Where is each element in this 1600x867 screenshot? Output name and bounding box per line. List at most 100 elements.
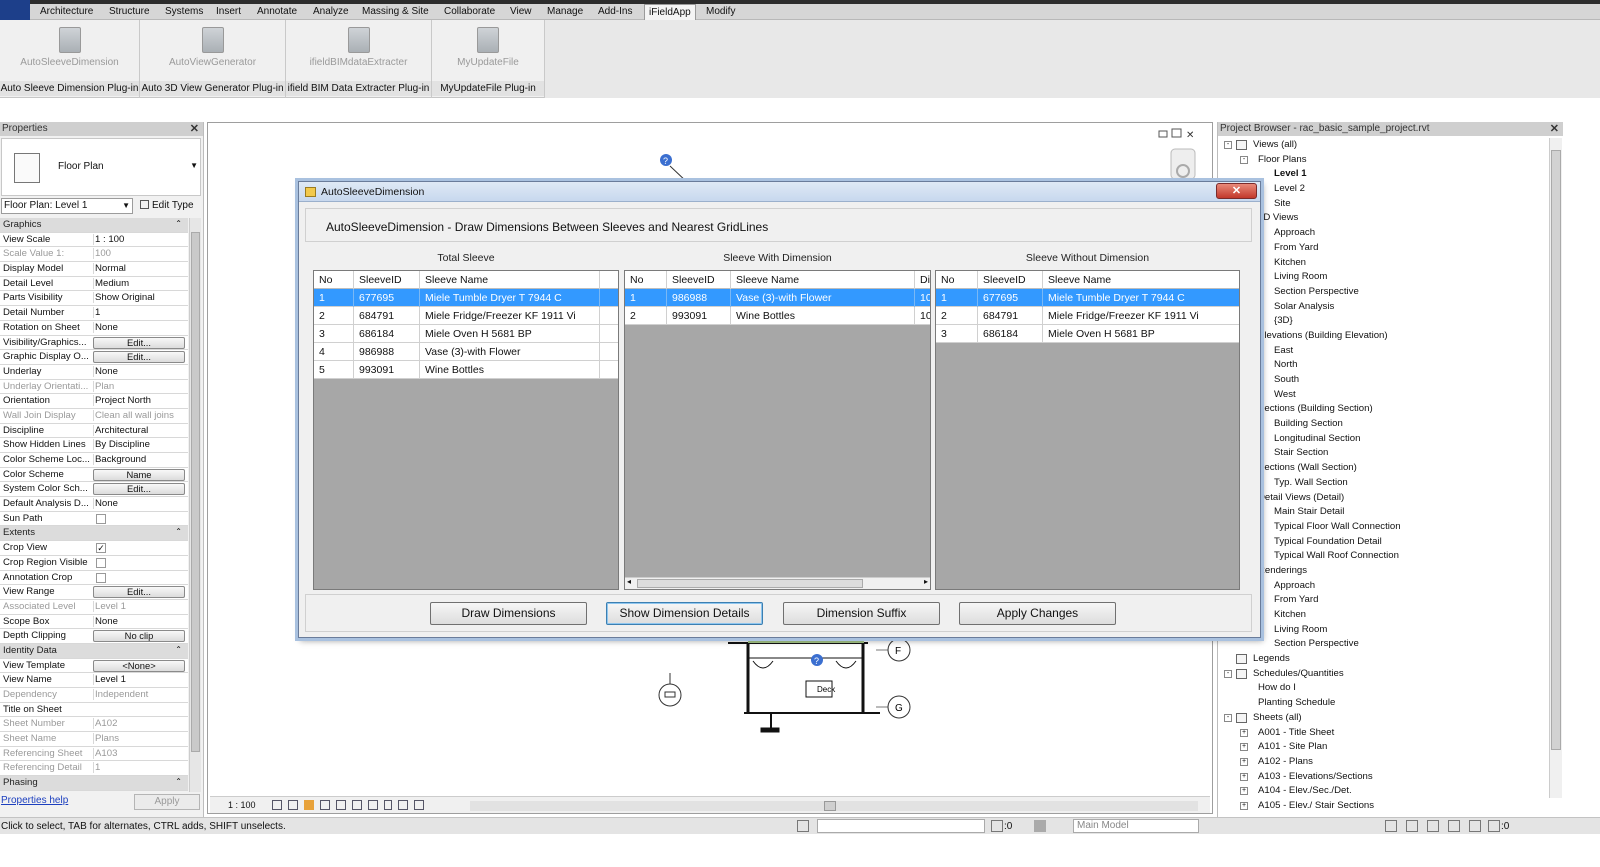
view-instance-dropdown[interactable]: Floor Plan: Level 1 ▼ xyxy=(1,198,133,214)
column-header[interactable]: No xyxy=(936,271,978,289)
tree-node[interactable]: Main Stair Detail xyxy=(1218,505,1548,520)
tree-node[interactable]: + A101 - Site Plan xyxy=(1218,740,1548,755)
grid-row[interactable]: 2 684791 Miele Fridge/Freezer KF 1911 Vi xyxy=(936,307,1239,325)
visual-style-icon[interactable] xyxy=(288,800,298,810)
plugin-button[interactable]: ifieldBIMdataExtracter xyxy=(286,24,431,80)
property-checkbox[interactable]: ✓ xyxy=(96,543,106,554)
expand-icon[interactable]: + xyxy=(1240,743,1248,752)
property-value[interactable]: Background xyxy=(93,454,186,465)
property-value[interactable]: Project North xyxy=(93,395,186,407)
grid-row[interactable]: 4 986988 Vase (3)-with Flower xyxy=(314,343,618,361)
property-value[interactable]: 1 xyxy=(93,307,186,319)
tree-node[interactable]: South xyxy=(1218,373,1548,388)
tree-node[interactable]: - Floor Plans xyxy=(1218,153,1548,168)
view-scale[interactable]: 1 : 100 xyxy=(228,800,256,810)
tree-node[interactable]: -Renderings xyxy=(1218,564,1548,579)
column-header[interactable]: Di xyxy=(915,271,930,289)
design-option-dropdown[interactable]: Main Model xyxy=(1073,819,1199,833)
tree-node[interactable]: Level 1 xyxy=(1218,167,1548,182)
column-header[interactable]: Sleeve Name xyxy=(731,271,915,289)
column-header[interactable]: Sleeve Name xyxy=(420,271,600,289)
tab-architecture[interactable]: Architecture xyxy=(40,6,93,17)
expand-icon[interactable]: + xyxy=(1240,801,1248,810)
analytical-model-icon[interactable] xyxy=(414,800,424,810)
dimension-suffix-button[interactable]: Dimension Suffix xyxy=(783,602,940,625)
tree-node[interactable]: From Yard xyxy=(1218,593,1548,608)
plugin-button[interactable]: AutoSleeveDimension xyxy=(0,24,139,80)
tree-node[interactable]: - Sheets (all) xyxy=(1218,711,1548,726)
tree-node[interactable]: Longitudinal Section xyxy=(1218,432,1548,447)
tree-node[interactable]: -Detail Views (Detail) xyxy=(1218,491,1548,506)
tree-node[interactable]: Kitchen xyxy=(1218,608,1548,623)
edit-type-button[interactable]: Edit Type xyxy=(140,200,194,211)
property-value[interactable]: None xyxy=(93,498,186,510)
tree-node[interactable]: - Views (all) xyxy=(1218,138,1548,153)
type-selector[interactable]: Floor Plan ▼ xyxy=(1,138,201,196)
property-checkbox[interactable] xyxy=(96,572,106,583)
tree-node[interactable]: -Sections (Building Section) xyxy=(1218,402,1548,417)
tab-analyze[interactable]: Analyze xyxy=(313,6,349,17)
view-cube-icon[interactable] xyxy=(1170,148,1196,180)
temporary-hide-icon[interactable] xyxy=(368,800,378,810)
property-edit-button[interactable]: Edit... xyxy=(93,586,185,599)
tree-node[interactable]: Typical Floor Wall Connection xyxy=(1218,520,1548,535)
sun-path-icon[interactable] xyxy=(304,800,314,810)
grid-row[interactable]: 3 686184 Miele Oven H 5681 BP xyxy=(936,325,1239,343)
filter-icon[interactable] xyxy=(1488,820,1500,832)
property-section-header[interactable]: Identity Data ⌃ xyxy=(0,643,188,659)
tree-node[interactable]: {3D} xyxy=(1218,314,1548,329)
property-value[interactable]: None xyxy=(93,365,186,377)
property-value[interactable]: Architectural xyxy=(93,424,186,436)
tree-node[interactable]: Section Perspective xyxy=(1218,285,1548,300)
tree-node[interactable]: -3D Views xyxy=(1218,211,1548,226)
detail-level-icon[interactable] xyxy=(272,800,282,810)
tree-node[interactable]: East xyxy=(1218,344,1548,359)
property-section-header[interactable]: Graphics ⌃ xyxy=(0,218,188,233)
tab-massing-site[interactable]: Massing & Site xyxy=(362,6,429,17)
tab-add-ins[interactable]: Add-Ins xyxy=(598,6,632,17)
tab-manage[interactable]: Manage xyxy=(547,6,583,17)
worksets-icon[interactable] xyxy=(797,820,809,832)
collapse-icon[interactable]: ⌃ xyxy=(175,219,182,228)
collapse-icon[interactable]: - xyxy=(1224,669,1232,678)
collapse-icon[interactable]: - xyxy=(1240,155,1248,164)
tree-node[interactable]: + A104 - Elev./Sec./Det. xyxy=(1218,784,1548,799)
tree-node[interactable]: How do I xyxy=(1218,681,1548,696)
expand-icon[interactable]: + xyxy=(1240,757,1248,766)
active-workset-dropdown[interactable] xyxy=(817,819,985,833)
apply-changes-button[interactable]: Apply Changes xyxy=(959,602,1116,625)
properties-close-icon[interactable]: ✕ xyxy=(190,122,199,136)
expand-icon[interactable]: + xyxy=(1240,772,1248,781)
property-checkbox[interactable] xyxy=(96,557,106,568)
tree-node[interactable]: Living Room xyxy=(1218,270,1548,285)
reveal-hidden-icon[interactable] xyxy=(384,800,392,810)
column-header[interactable]: No xyxy=(625,271,667,289)
grid-row[interactable]: 2993091Wine Bottles107 xyxy=(625,307,930,325)
tree-node[interactable]: Legends xyxy=(1218,652,1548,667)
select-links-icon[interactable] xyxy=(1385,820,1397,832)
horizontal-scrollbar[interactable] xyxy=(470,801,1198,811)
tree-node[interactable]: + A103 - Elevations/Sections xyxy=(1218,770,1548,785)
property-value[interactable]: Show Original xyxy=(93,292,186,304)
collapse-icon[interactable]: ⌃ xyxy=(175,527,182,536)
tree-node[interactable]: Site xyxy=(1218,197,1548,212)
collapse-icon[interactable]: ⌃ xyxy=(175,777,182,786)
tab-ifieldapp[interactable]: iFieldApp xyxy=(644,4,696,20)
grid-row[interactable]: 1 677695 Miele Tumble Dryer T 7944 C xyxy=(314,289,618,307)
column-header[interactable]: Sleeve Name xyxy=(1043,271,1239,289)
scroll-left-icon[interactable]: ◂ xyxy=(627,577,631,586)
tree-node[interactable]: Stair Section xyxy=(1218,446,1548,461)
sleeve-grid[interactable]: No SleeveID Sleeve Name 1 677695 Miele Tumble… xyxy=(313,270,619,590)
property-checkbox[interactable] xyxy=(96,513,106,524)
tree-node[interactable]: Approach xyxy=(1218,226,1548,241)
tree-node[interactable]: Solar Analysis xyxy=(1218,300,1548,315)
scroll-thumb[interactable] xyxy=(1551,150,1561,750)
column-header[interactable]: SleeveID xyxy=(667,271,731,289)
editing-requests-icon[interactable] xyxy=(991,820,1003,832)
collapse-icon[interactable]: - xyxy=(1224,713,1232,722)
tab-modify[interactable]: Modify xyxy=(706,6,735,17)
property-edit-button[interactable]: Edit... xyxy=(93,336,185,349)
tab-view[interactable]: View xyxy=(510,6,532,17)
show-crop-icon[interactable] xyxy=(352,800,362,810)
property-section-header[interactable]: Phasing ⌃ xyxy=(0,776,188,791)
